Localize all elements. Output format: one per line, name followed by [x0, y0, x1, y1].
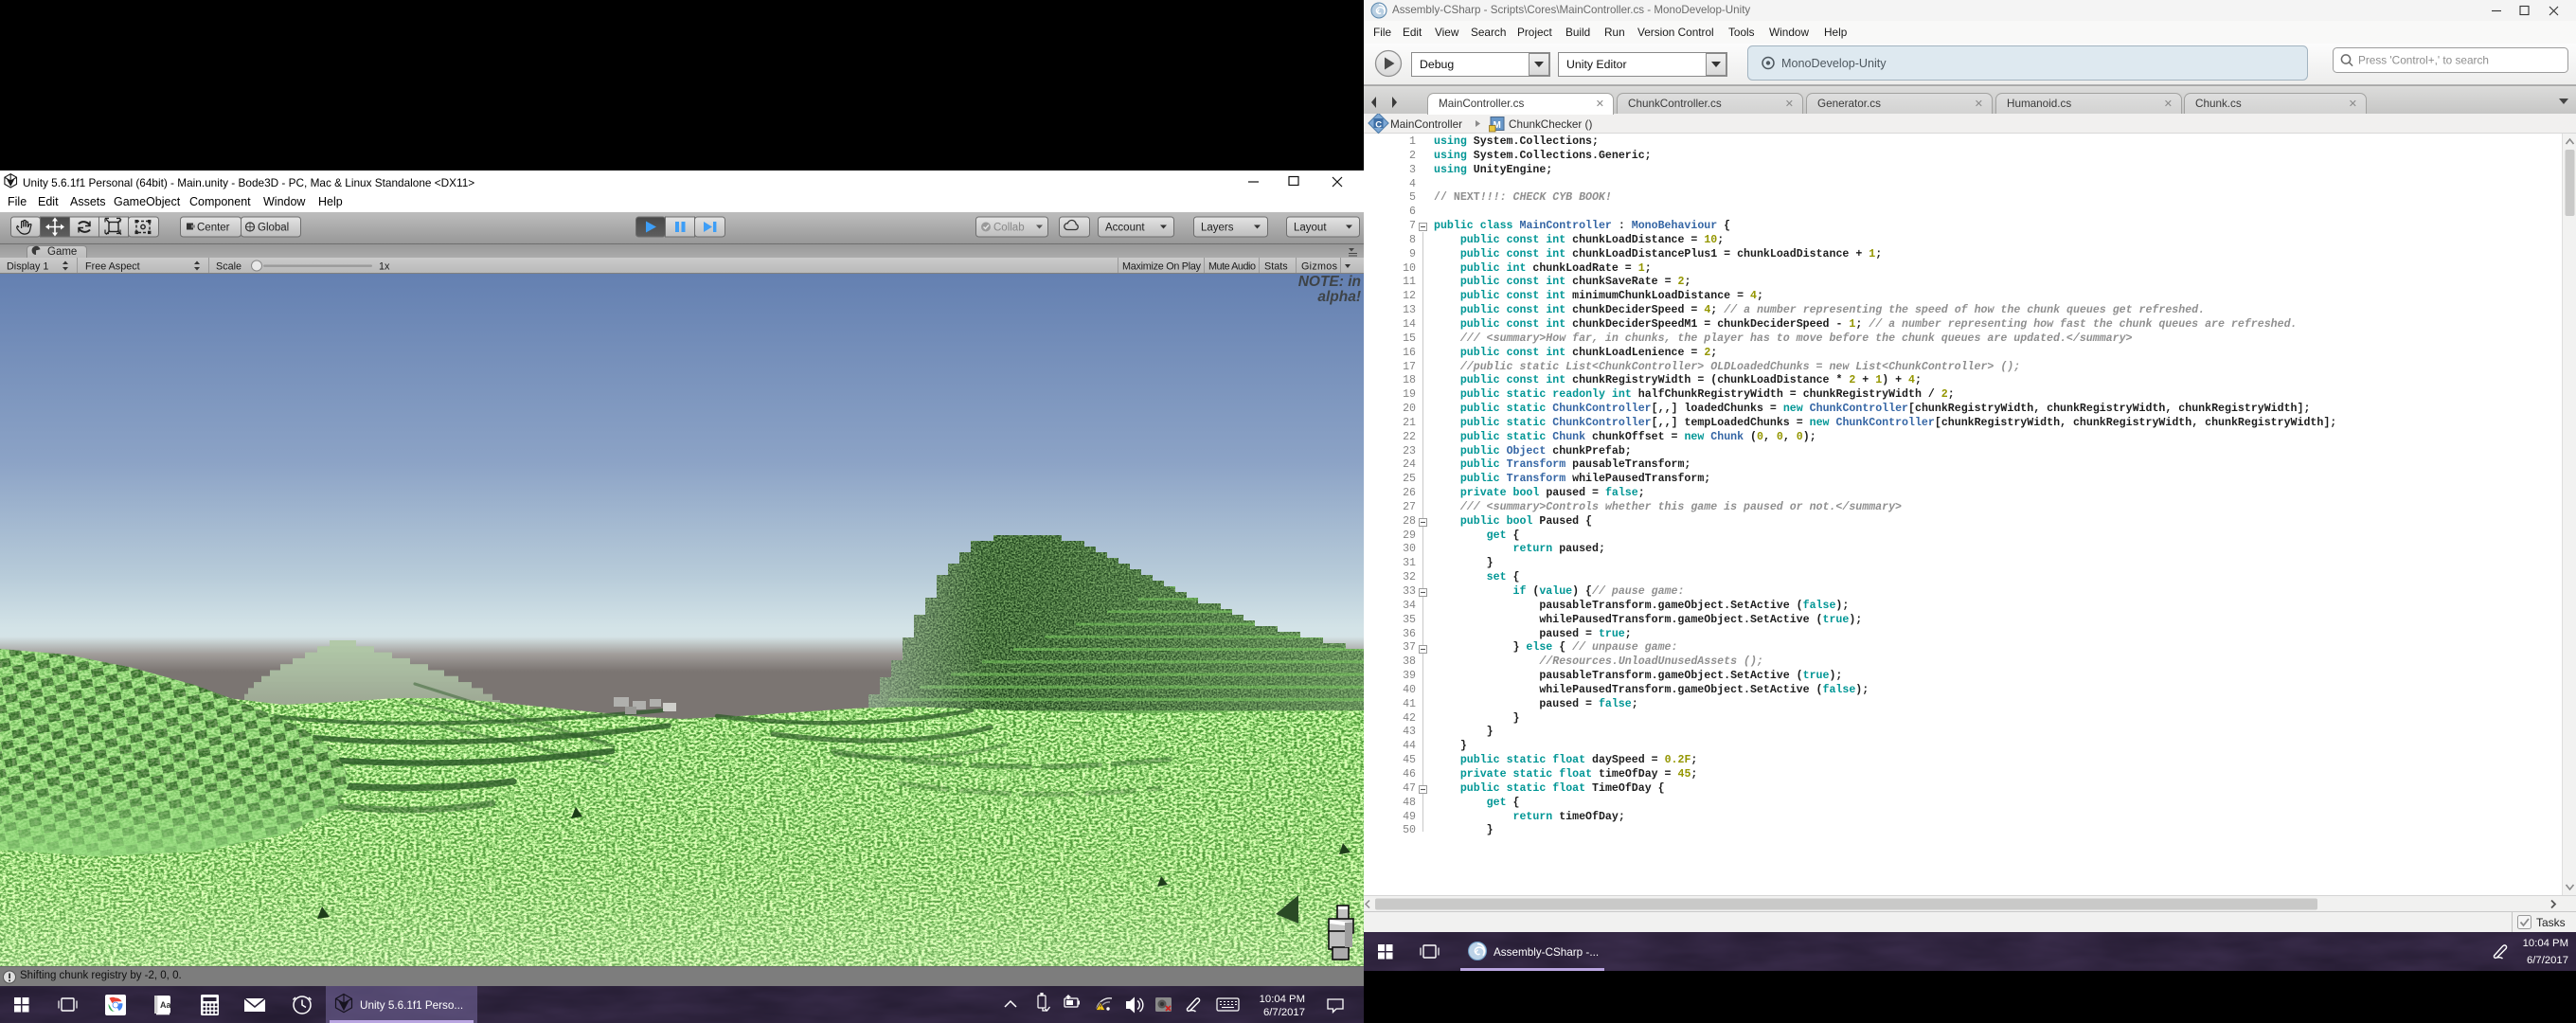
svg-text:10:04 PM: 10:04 PM: [1260, 994, 1305, 1005]
svg-text:Layers: Layers: [1201, 223, 1234, 234]
svg-text:Game: Game: [47, 246, 77, 258]
svg-text:Unity Editor: Unity Editor: [1566, 58, 1627, 71]
svg-text:Mute Audio: Mute Audio: [1208, 261, 1256, 273]
svg-text:6/7/2017: 6/7/2017: [1263, 1007, 1305, 1018]
svg-text:Scale: Scale: [216, 261, 242, 273]
svg-text:Stats: Stats: [1264, 261, 1288, 273]
svg-text:6/7/2017: 6/7/2017: [2527, 955, 2568, 966]
svg-text:MonoDevelop-Unity: MonoDevelop-Unity: [1781, 57, 1887, 70]
svg-text:Gizmos: Gizmos: [1301, 261, 1338, 273]
svg-text:Global: Global: [258, 223, 289, 234]
svg-text:Maximize On Play: Maximize On Play: [1122, 261, 1202, 273]
svg-text:Layout: Layout: [1294, 223, 1327, 234]
svg-text:Center: Center: [197, 223, 230, 234]
svg-text:Aa: Aa: [160, 1000, 171, 1010]
svg-text:Account: Account: [1105, 223, 1145, 234]
svg-text:Collab: Collab: [993, 223, 1025, 234]
svg-text:NOTE: in: NOTE: in: [1298, 274, 1361, 290]
svg-text:C: C: [1375, 120, 1382, 131]
svg-text:Free Aspect: Free Aspect: [85, 261, 140, 273]
svg-text:Debug: Debug: [1420, 58, 1454, 71]
svg-text:Unity 5.6.1f1 Perso...: Unity 5.6.1f1 Perso...: [360, 999, 463, 1012]
svg-text:1x: 1x: [379, 261, 390, 273]
svg-text:Assembly-CSharp -...: Assembly-CSharp -...: [1494, 946, 1599, 959]
svg-text:MainController: MainController: [1390, 118, 1462, 131]
svg-text:ChunkChecker (): ChunkChecker (): [1509, 118, 1592, 131]
svg-text:Press 'Control+,' to search: Press 'Control+,' to search: [2358, 54, 2489, 67]
svg-text:Display 1: Display 1: [7, 261, 48, 273]
svg-text:10:04 PM: 10:04 PM: [2523, 938, 2568, 949]
svg-text:alpha!: alpha!: [1317, 289, 1361, 305]
